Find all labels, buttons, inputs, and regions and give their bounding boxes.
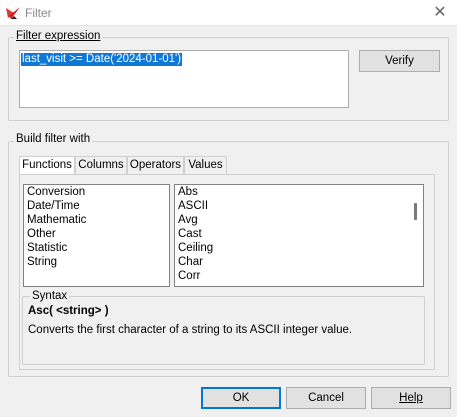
ok-button[interactable]: OK bbox=[201, 387, 281, 409]
category-item[interactable]: Statistic bbox=[24, 241, 169, 255]
category-item[interactable]: Other bbox=[24, 227, 169, 241]
function-item[interactable]: Corr bbox=[175, 269, 423, 283]
syntax-signature: Asc( <string> ) bbox=[28, 305, 109, 317]
function-item[interactable]: Abs bbox=[175, 185, 423, 199]
function-item[interactable]: Avg bbox=[175, 213, 423, 227]
function-item[interactable]: Ceiling bbox=[175, 241, 423, 255]
tab-values[interactable]: Values bbox=[184, 156, 227, 174]
function-item[interactable]: Char bbox=[175, 255, 423, 269]
syntax-label: Syntax bbox=[30, 290, 70, 302]
title-bar bbox=[0, 0, 457, 26]
build-filter-label: Build filter with bbox=[14, 133, 93, 145]
tab-columns[interactable]: Columns bbox=[75, 156, 127, 174]
help-button[interactable]: Help bbox=[371, 387, 451, 409]
category-item[interactable]: Date/Time bbox=[24, 199, 169, 213]
app-logo-icon bbox=[6, 7, 20, 19]
category-item[interactable]: Mathematic bbox=[24, 213, 169, 227]
scrollbar-thumb[interactable] bbox=[414, 203, 417, 220]
filter-expression-label: Filter expression bbox=[14, 30, 103, 42]
filter-expression-text[interactable]: last_visit >= Date('2024-01-01') bbox=[21, 53, 183, 66]
tab-operators[interactable]: Operators bbox=[127, 156, 184, 174]
cancel-button[interactable]: Cancel bbox=[286, 387, 366, 409]
syntax-description: Converts the first character of a string… bbox=[28, 324, 353, 336]
verify-button[interactable]: Verify bbox=[359, 50, 440, 72]
function-item[interactable]: ASCII bbox=[175, 199, 423, 213]
function-list-scrollbar[interactable] bbox=[410, 185, 423, 286]
function-item[interactable]: Cast bbox=[175, 227, 423, 241]
category-item[interactable]: Conversion bbox=[24, 185, 169, 199]
tab-functions[interactable]: Functions bbox=[19, 156, 75, 174]
category-list[interactable]: Conversion Date/Time Mathematic Other St… bbox=[23, 184, 170, 287]
function-list[interactable]: Abs ASCII Avg Cast Ceiling Char Corr bbox=[174, 184, 424, 287]
close-icon[interactable]: ✕ bbox=[427, 2, 453, 24]
window-title: Filter bbox=[25, 6, 52, 20]
category-item[interactable]: String bbox=[24, 255, 169, 269]
